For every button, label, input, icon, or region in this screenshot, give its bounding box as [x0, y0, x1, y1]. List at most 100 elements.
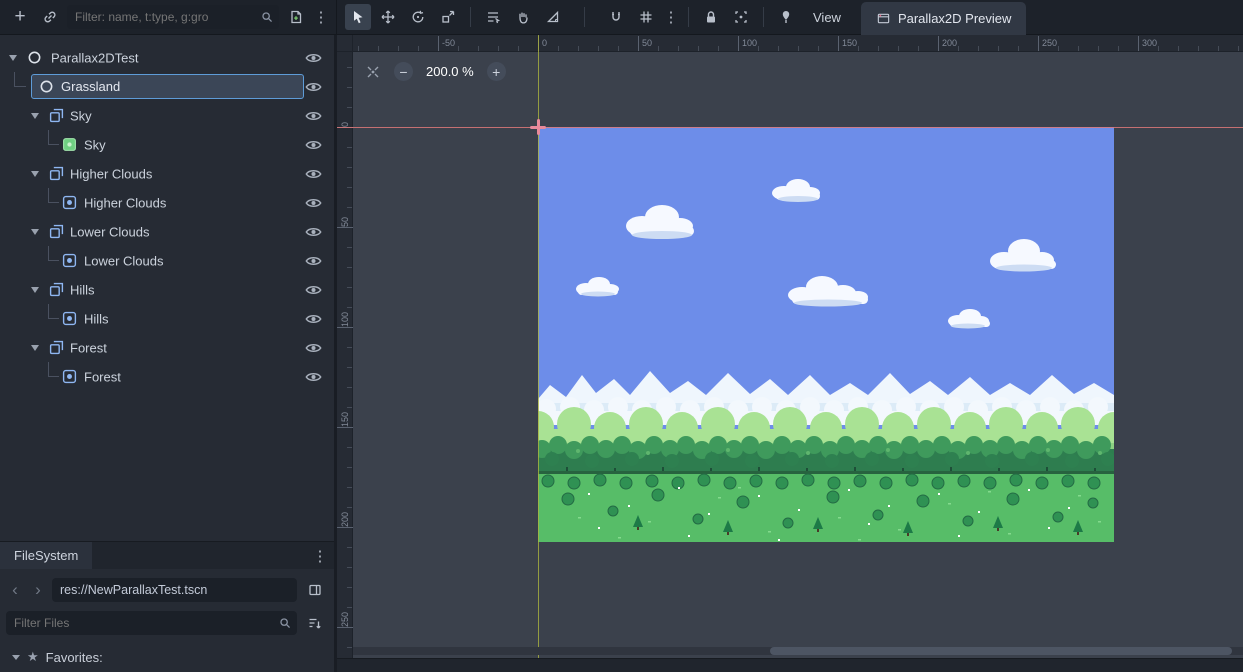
rename-input[interactable]	[61, 79, 303, 94]
forward-button[interactable]: ›	[29, 579, 47, 601]
parallax-scene-preview[interactable]	[538, 127, 1114, 542]
tree-row-hills-sprite[interactable]: Hills	[0, 304, 334, 333]
smart-snap-toggle[interactable]	[603, 4, 629, 30]
split-view-button[interactable]	[302, 577, 328, 603]
ruler-tick-label: 300	[1138, 36, 1157, 51]
filesystem-tab[interactable]: FileSystem	[0, 542, 92, 569]
visibility-toggle[interactable]	[302, 366, 324, 388]
list-select-tool[interactable]	[480, 4, 506, 30]
scene-filter-input[interactable]	[67, 5, 279, 29]
back-button[interactable]: ‹	[6, 579, 24, 601]
select-tool[interactable]	[345, 4, 371, 30]
visibility-toggle[interactable]	[302, 279, 324, 301]
visibility-toggle[interactable]	[302, 163, 324, 185]
move-tool[interactable]	[375, 4, 401, 30]
tree-row-lower-clouds[interactable]: Lower Clouds	[0, 217, 334, 246]
view-menu-button[interactable]: View	[803, 4, 851, 30]
pin-button[interactable]	[773, 4, 799, 30]
tree-row-forest[interactable]: Forest	[0, 333, 334, 362]
chevron-down-icon[interactable]	[31, 171, 39, 177]
add-node-button[interactable]: +	[7, 4, 33, 30]
visibility-toggle[interactable]	[302, 250, 324, 272]
ruler-tick-label: 150	[838, 36, 857, 51]
ruler-tick-label: 250	[1038, 36, 1057, 51]
node-icon	[27, 50, 42, 65]
node-label: Forest	[84, 369, 121, 384]
tree-row-sky[interactable]: Sky	[0, 101, 334, 130]
ruler-tool[interactable]	[540, 4, 566, 30]
separator	[470, 7, 471, 27]
lock-icon	[703, 9, 719, 25]
horizontal-ruler: -50 0 50 100 150 200 250 300	[353, 35, 1243, 52]
eye-icon	[305, 371, 322, 383]
eye-icon	[305, 342, 322, 354]
attach-script-button[interactable]	[283, 4, 309, 30]
instance-scene-button[interactable]	[37, 4, 63, 30]
tree-row-parallax2dtest[interactable]: Parallax2DTest	[0, 43, 334, 72]
scrollbar-thumb[interactable]	[770, 647, 1232, 655]
visibility-toggle[interactable]	[302, 134, 324, 156]
filesystem-menu-button[interactable]: ⋮	[312, 543, 328, 569]
zoom-percent-label[interactable]: 200.0 %	[426, 64, 474, 79]
horizontal-scrollbar[interactable]	[353, 647, 1243, 655]
visibility-toggle[interactable]	[302, 76, 324, 98]
dock-splitter[interactable]	[334, 35, 337, 672]
tree-row-hills[interactable]: Hills	[0, 275, 334, 304]
chevron-down-icon[interactable]	[9, 55, 17, 61]
tree-row-lower-clouds-sprite[interactable]: Lower Clouds	[0, 246, 334, 275]
ruler-tick-label: 200	[340, 512, 350, 527]
rotate-tool[interactable]	[405, 4, 431, 30]
tree-row-sky-sprite[interactable]: Sky	[0, 130, 334, 159]
parallax2d-preview-tab[interactable]: Parallax2D Preview	[861, 2, 1026, 35]
sort-files-button[interactable]	[302, 610, 328, 636]
eye-icon	[305, 313, 322, 325]
hand-icon	[515, 9, 531, 25]
visibility-toggle[interactable]	[302, 221, 324, 243]
canvas-viewport[interactable]: -50 0 50 100 150 200 250 300 0 50 100 15…	[337, 35, 1243, 672]
current-path-field[interactable]	[52, 578, 297, 602]
ruler-tick-label: 100	[738, 36, 757, 51]
zoom-out-button[interactable]: −	[394, 62, 413, 81]
tree-guide	[48, 246, 59, 261]
visibility-toggle[interactable]	[302, 192, 324, 214]
lock-button[interactable]	[698, 4, 724, 30]
link-icon	[42, 9, 58, 25]
zoom-in-button[interactable]: +	[487, 62, 506, 81]
group-button[interactable]	[728, 4, 754, 30]
chevron-down-icon[interactable]	[31, 287, 39, 293]
tree-guide	[48, 188, 59, 203]
visibility-toggle[interactable]	[302, 47, 324, 69]
chevron-down-icon[interactable]	[12, 655, 20, 660]
favorites-row[interactable]: ★ Favorites:	[0, 644, 334, 670]
split-view-icon	[307, 582, 323, 598]
search-icon	[260, 10, 274, 24]
grid-snap-toggle[interactable]	[633, 4, 659, 30]
parallax2d-icon	[49, 340, 64, 355]
chevron-down-icon[interactable]	[31, 229, 39, 235]
chevron-down-icon[interactable]	[31, 113, 39, 119]
tree-row-forest-sprite[interactable]: Forest	[0, 362, 334, 391]
preview-tab-label: Parallax2D Preview	[898, 11, 1011, 26]
pan-tool[interactable]	[510, 4, 536, 30]
chevron-down-icon[interactable]	[31, 345, 39, 351]
focus-selection-icon[interactable]	[365, 64, 381, 80]
pin-icon	[778, 9, 794, 25]
grid-icon	[638, 9, 654, 25]
file-filter-input[interactable]	[6, 611, 297, 635]
visibility-toggle[interactable]	[302, 105, 324, 127]
snap-options-button[interactable]: ⋮	[663, 4, 679, 30]
colorrect-icon	[62, 137, 77, 152]
tree-guide	[48, 304, 59, 319]
ruler-tick-label: 250	[340, 612, 350, 627]
separator	[688, 7, 689, 27]
ruler-tick-label: 50	[340, 217, 350, 227]
visibility-toggle[interactable]	[302, 337, 324, 359]
eye-icon	[305, 197, 322, 209]
tree-row-higher-clouds[interactable]: Higher Clouds	[0, 159, 334, 188]
scene-dock-toolbar: + ⋮	[0, 0, 337, 35]
scale-tool[interactable]	[435, 4, 461, 30]
tree-row-grassland[interactable]	[0, 72, 334, 101]
tree-row-higher-clouds-sprite[interactable]: Higher Clouds	[0, 188, 334, 217]
scene-menu-button[interactable]: ⋮	[313, 4, 329, 30]
visibility-toggle[interactable]	[302, 308, 324, 330]
